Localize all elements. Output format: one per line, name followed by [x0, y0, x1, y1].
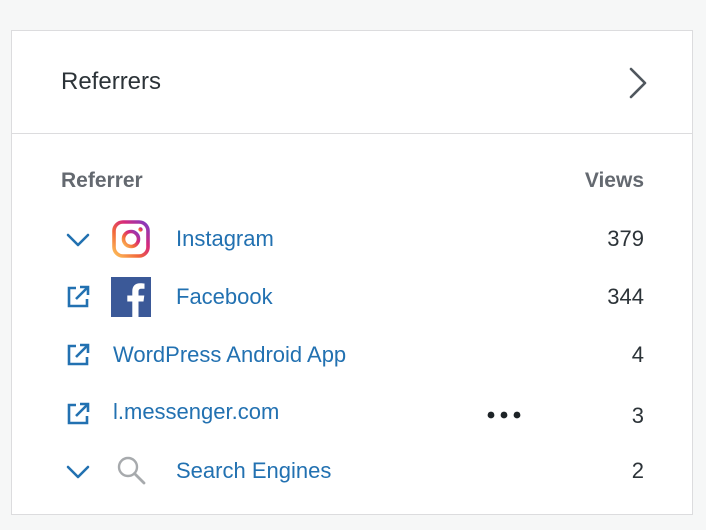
- column-header-referrer: Referrer: [61, 169, 143, 192]
- referrer-link[interactable]: Search Engines: [176, 458, 331, 484]
- external-link-icon[interactable]: [64, 400, 92, 428]
- card-title: Referrers: [61, 68, 162, 95]
- external-link-icon[interactable]: [64, 341, 92, 369]
- referrer-link[interactable]: WordPress Android App: [113, 342, 346, 368]
- search-icon: [111, 451, 151, 491]
- referrer-row-search-engines: Search Engines 2: [12, 446, 692, 496]
- views-count: 344: [607, 284, 644, 309]
- column-header-views: Views: [584, 169, 644, 192]
- referrer-link[interactable]: Instagram: [176, 226, 274, 252]
- referrers-card: Referrers Referrer Views Instagram 379 F…: [11, 30, 693, 515]
- views-count: 379: [607, 226, 644, 251]
- instagram-icon: [111, 219, 151, 259]
- referrer-link[interactable]: Facebook: [176, 284, 273, 310]
- chevron-down-icon[interactable]: [64, 457, 92, 485]
- referrer-row-messenger: l.messenger.com 3: [12, 389, 692, 439]
- chevron-down-icon[interactable]: [64, 225, 92, 253]
- referrers-card-header[interactable]: Referrers: [12, 31, 692, 134]
- views-count: 2: [631, 458, 644, 483]
- referrer-link[interactable]: l.messenger.com: [113, 399, 279, 425]
- views-count: 4: [631, 342, 644, 367]
- external-link-icon[interactable]: [64, 283, 92, 311]
- views-count: 3: [631, 403, 644, 428]
- referrer-row-instagram: Instagram 379: [12, 214, 692, 264]
- more-horizontal-icon[interactable]: [485, 398, 525, 428]
- chevron-right-icon[interactable]: [626, 65, 650, 101]
- referrer-row-facebook: Facebook 344: [12, 272, 692, 322]
- referrer-row-wordpress-android-app: WordPress Android App 4: [12, 330, 692, 380]
- facebook-icon: [111, 277, 151, 317]
